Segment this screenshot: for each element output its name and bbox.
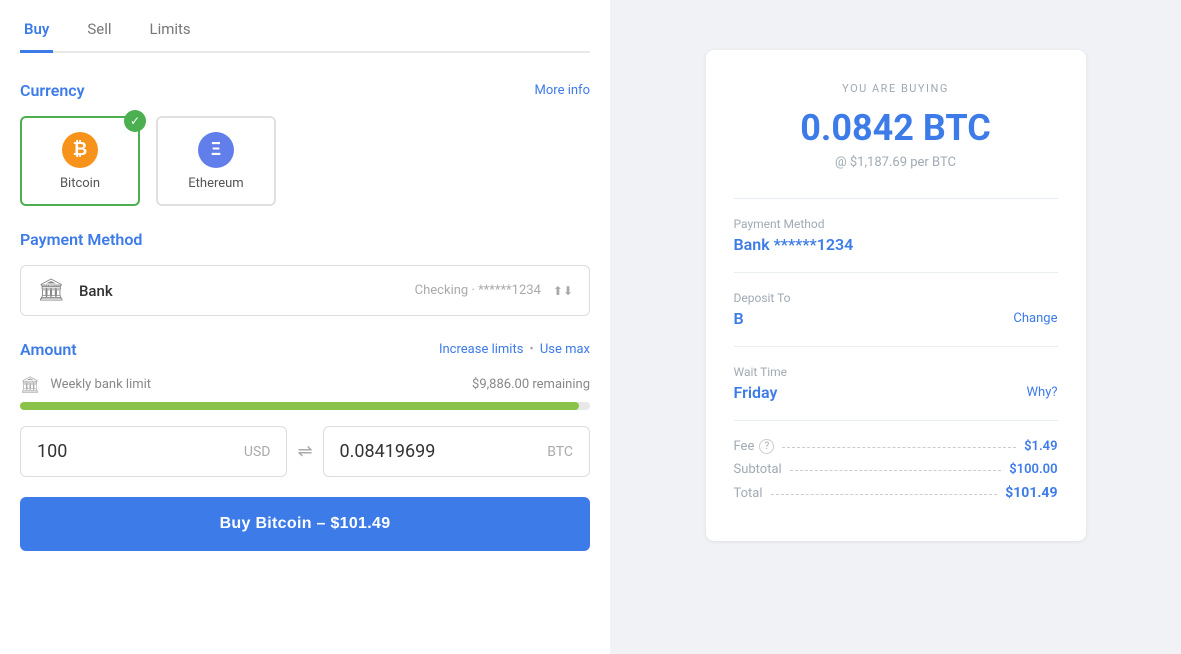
use-max-link[interactable]: Use max [540,342,590,357]
deposit-to-row-label: Deposit To [734,291,1058,305]
payment-title: Payment Method [20,230,142,249]
you-are-buying-label: YOU ARE BUYING [734,82,1058,95]
dropdown-arrow-icon: ⬆⬇ [553,284,573,298]
wait-time-value: Friday [734,383,778,402]
payment-bank-label: Bank [79,282,113,300]
fee-label: Fee ? [734,439,775,454]
payment-dropdown[interactable]: 🏛 Bank Checking · ******1234 ⬆⬇ [20,265,590,316]
payment-section-header: Payment Method [20,230,590,249]
left-panel: Buy Sell Limits Currency More info ✓ ₿ B… [0,0,610,654]
limit-label: Weekly bank limit [50,377,462,392]
tab-limits[interactable]: Limits [146,10,195,53]
progress-bar-container [20,402,590,410]
buy-button[interactable]: Buy Bitcoin – $101.49 [20,497,590,551]
right-panel: YOU ARE BUYING 0.0842 BTC @ $1,187.69 pe… [610,0,1181,654]
more-info-link[interactable]: More info [535,83,590,98]
total-row: Total $101.49 [734,485,1058,501]
fee-row: Fee ? $1.49 [734,439,1058,454]
btc-icon: ₿ [62,132,98,168]
divider-4 [734,420,1058,421]
divider-3 [734,346,1058,347]
payment-method-row-value: Bank ******1234 [734,235,1058,254]
why-link[interactable]: Why? [1027,385,1058,400]
bank-icon: 🏛 [37,278,65,303]
usd-input-box[interactable]: USD [20,426,287,477]
subtotal-value: $100.00 [1009,462,1057,477]
total-dots [771,494,998,495]
amount-links: Increase limits • Use max [439,342,590,357]
payment-method-row-label: Payment Method [734,217,1058,231]
summary-btc-amount: 0.0842 BTC [734,107,1058,149]
summary-rate: @ $1,187.69 per BTC [734,155,1058,170]
divider-2 [734,272,1058,273]
usd-currency-label: USD [244,444,271,460]
payment-method-row: Payment Method Bank ******1234 [734,217,1058,254]
wait-time-row-label: Wait Time [734,365,1058,379]
fee-dots [782,447,1016,448]
summary-card: YOU ARE BUYING 0.0842 BTC @ $1,187.69 pe… [706,50,1086,541]
total-label: Total [734,486,763,501]
tabs-container: Buy Sell Limits [20,0,590,53]
limit-row: 🏛 Weekly bank limit $9,886.00 remaining [20,375,590,394]
subtotal-label: Subtotal [734,462,782,477]
btc-amount-input[interactable] [340,441,540,462]
fee-help-icon[interactable]: ? [759,439,774,454]
amount-title: Amount [20,340,77,359]
amount-inputs: USD ⇌ BTC [20,426,590,477]
currency-card-eth[interactable]: Ξ Ethereum [156,116,276,206]
total-value: $101.49 [1005,485,1057,501]
currency-cards: ✓ ₿ Bitcoin Ξ Ethereum [20,116,590,206]
swap-icon[interactable]: ⇌ [297,441,312,462]
progress-bar-fill [20,402,579,410]
eth-icon: Ξ [198,132,234,168]
payment-section: Payment Method 🏛 Bank Checking · ******1… [20,230,590,316]
deposit-to-row: Deposit To B Change [734,291,1058,328]
btc-input-box[interactable]: BTC [323,426,590,477]
subtotal-dots [790,470,1002,471]
usd-amount-input[interactable] [37,441,236,462]
wait-time-row-value-action: Friday Why? [734,383,1058,402]
tab-sell[interactable]: Sell [83,10,115,53]
btc-label: Bitcoin [60,176,100,191]
btc-currency-label: BTC [547,444,573,460]
currency-section-header: Currency More info [20,81,590,100]
eth-label: Ethereum [188,176,243,191]
wait-time-row: Wait Time Friday Why? [734,365,1058,402]
deposit-to-row-value-action: B Change [734,309,1058,328]
divider-1 [734,198,1058,199]
fee-value: $1.49 [1024,439,1057,454]
deposit-to-value: B [734,309,744,328]
currency-title: Currency [20,81,85,100]
increase-limits-link[interactable]: Increase limits [439,342,523,357]
currency-section: Currency More info ✓ ₿ Bitcoin Ξ Ethereu… [20,81,590,206]
change-deposit-link[interactable]: Change [1013,311,1057,326]
amount-section-header: Amount Increase limits • Use max [20,340,590,359]
subtotal-row: Subtotal $100.00 [734,462,1058,477]
tab-buy[interactable]: Buy [20,10,53,53]
limit-bank-icon: 🏛 [20,375,40,394]
amount-section: Amount Increase limits • Use max 🏛 Weekl… [20,340,590,551]
currency-card-btc[interactable]: ✓ ₿ Bitcoin [20,116,140,206]
payment-account-info: Checking · ******1234 [415,283,541,298]
limit-remaining: $9,886.00 remaining [472,377,590,392]
selected-checkmark: ✓ [124,110,146,132]
